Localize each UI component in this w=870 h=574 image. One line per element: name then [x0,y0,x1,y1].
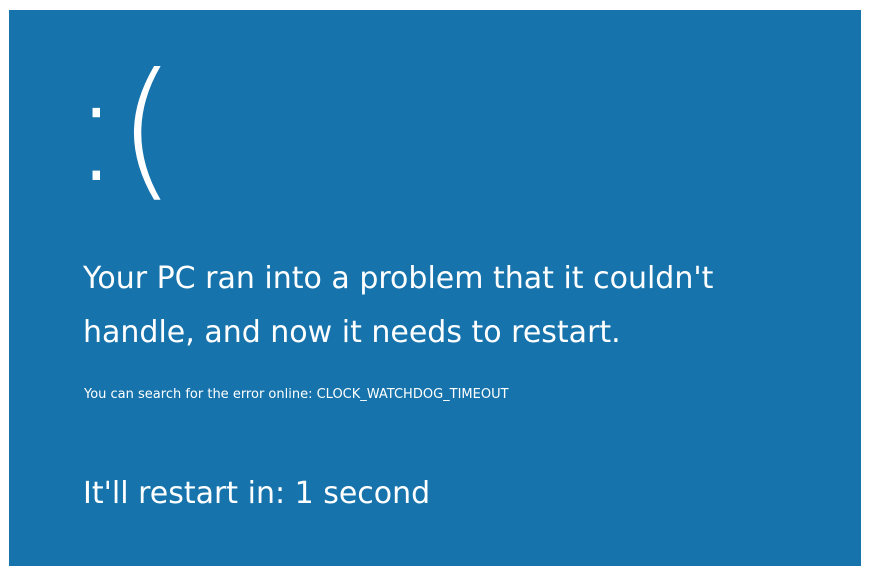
restart-countdown: It'll restart in: 1 second [83,476,431,511]
error-headline: Your PC ran into a problem that it could… [83,261,714,350]
sad-face-emoticon: :( [71,42,176,216]
blue-screen: :( Your PC ran into a problem that it co… [9,10,861,566]
error-code-hint: You can search for the error online: CLO… [84,387,509,402]
